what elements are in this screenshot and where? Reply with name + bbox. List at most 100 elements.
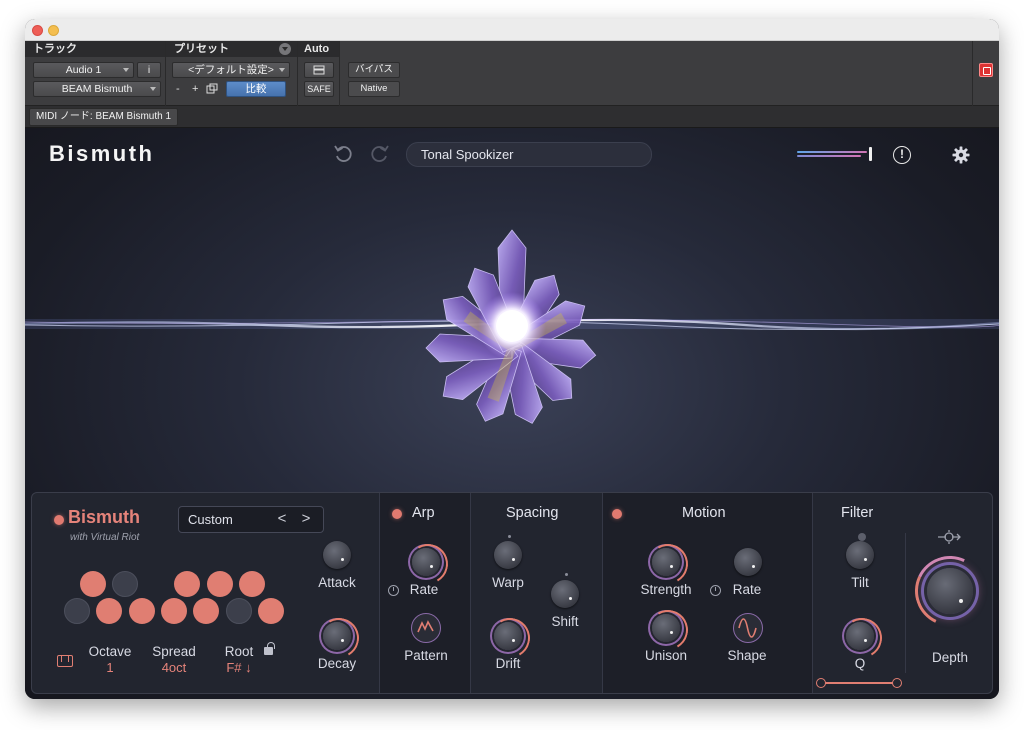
drift-label: Drift	[495, 656, 521, 671]
note-dot[interactable]	[128, 598, 155, 624]
preset-section: プリセット <デフォルト設定> - + 比較	[166, 41, 298, 106]
native-button[interactable]: Native	[348, 81, 400, 97]
host-right-section	[972, 41, 999, 106]
note-dot[interactable]	[257, 598, 284, 624]
preset-minus-button[interactable]: -	[176, 83, 180, 95]
scale-prev-button[interactable]: <	[275, 507, 289, 532]
arp-power-button[interactable]	[392, 509, 402, 519]
arp-rate-knob[interactable]	[412, 548, 440, 576]
lock-icon[interactable]	[264, 642, 275, 655]
drift-knob[interactable]	[494, 622, 522, 650]
unison-knob[interactable]	[652, 614, 680, 642]
q-knob[interactable]	[846, 622, 874, 650]
output-meter[interactable]	[797, 147, 887, 161]
bismuth-power-button[interactable]	[54, 515, 64, 525]
plugin-window: トラック Audio 1 i BEAM Bismuth プリセット <デフォルト…	[25, 19, 999, 699]
strength-label: Strength	[640, 582, 692, 597]
midi-node-tab[interactable]: MIDI ノード: BEAM Bismuth 1	[29, 108, 179, 126]
root-label: Root	[224, 644, 254, 659]
crystal-visual	[425, 229, 597, 424]
motion-section	[602, 493, 812, 693]
preset-name-field[interactable]: Tonal Spookizer	[406, 142, 652, 167]
motion-power-button[interactable]	[612, 509, 622, 519]
note-dot[interactable]	[239, 571, 265, 597]
plugin-selector[interactable]: BEAM Bismuth	[33, 81, 161, 97]
note-dot[interactable]	[174, 571, 200, 597]
depth-target-icon[interactable]	[937, 529, 961, 545]
note-dot[interactable]	[64, 598, 90, 624]
motion-rate-knob[interactable]	[734, 548, 762, 576]
tilt-label: Tilt	[851, 575, 869, 590]
undo-icon[interactable]	[332, 142, 354, 164]
octave-value[interactable]: 1	[87, 660, 133, 675]
shift-label: Shift	[551, 614, 579, 629]
spread-value[interactable]: 4oct	[148, 660, 200, 675]
track-section: トラック Audio 1 i BEAM Bismuth	[25, 41, 166, 106]
bismuth-logo: Bismuth	[49, 141, 155, 166]
spread-label: Spread	[152, 644, 196, 659]
note-dot[interactable]	[160, 598, 187, 624]
shift-knob[interactable]	[551, 580, 579, 608]
root-value[interactable]: F# ↓	[216, 660, 262, 675]
divider	[602, 493, 603, 693]
note-dot[interactable]	[207, 571, 233, 597]
keyboard-icon[interactable]	[57, 655, 73, 667]
octave-label: Octave	[88, 644, 132, 659]
clock-icon[interactable]	[388, 585, 399, 596]
scale-selector[interactable]: Custom < >	[178, 506, 324, 533]
track-selector[interactable]: Audio 1	[33, 62, 134, 78]
settings-gear-icon[interactable]	[951, 145, 971, 165]
divider	[470, 493, 471, 693]
minimize-window-button[interactable]	[48, 25, 59, 36]
note-dot[interactable]	[96, 598, 123, 624]
bismuth-section-title: Bismuth	[68, 507, 140, 527]
note-dot[interactable]	[80, 571, 106, 597]
tilt-knob[interactable]	[846, 541, 874, 569]
preset-plus-button[interactable]: +	[192, 83, 198, 95]
control-panel: Bismuth with Virtual Riot Custom < > Oct…	[31, 492, 993, 694]
plugin-ui: Bismuth Tonal Spookizer ! Bismuth with V…	[25, 128, 999, 699]
divider	[905, 533, 906, 673]
attack-label: Attack	[318, 575, 356, 590]
arp-pattern-button[interactable]	[411, 613, 441, 643]
redo-icon[interactable]	[369, 142, 391, 164]
warp-indicator-dot	[508, 535, 511, 538]
shape-label: Shape	[727, 648, 767, 663]
automation-button[interactable]	[304, 62, 334, 78]
filter-range-slider[interactable]	[816, 678, 902, 688]
note-dot[interactable]	[112, 571, 138, 597]
automation-icon	[313, 65, 325, 75]
copy-icon[interactable]	[206, 83, 218, 95]
warp-label: Warp	[492, 575, 524, 590]
strength-knob[interactable]	[652, 548, 680, 576]
warning-icon[interactable]: !	[893, 146, 911, 164]
auto-section: Auto SAFE	[298, 41, 340, 106]
warp-knob[interactable]	[494, 541, 522, 569]
decay-knob[interactable]	[323, 622, 351, 650]
bypass-button[interactable]: バイパス	[348, 62, 400, 78]
preset-selector[interactable]: <デフォルト設定>	[172, 62, 290, 78]
spacing-title: Spacing	[506, 505, 559, 521]
unison-label: Unison	[644, 648, 688, 663]
preset-menu-button[interactable]	[279, 43, 291, 55]
bismuth-subtitle: with Virtual Riot	[70, 532, 140, 543]
note-dot[interactable]	[225, 598, 252, 624]
scale-next-button[interactable]: >	[299, 507, 313, 532]
track-info-button[interactable]: i	[137, 62, 161, 78]
arp-pattern-label: Pattern	[404, 648, 448, 663]
depth-knob[interactable]	[927, 568, 973, 614]
host-header: トラック Audio 1 i BEAM Bismuth プリセット <デフォルト…	[25, 41, 999, 106]
safe-button[interactable]: SAFE	[304, 81, 334, 97]
attack-knob[interactable]	[323, 541, 351, 569]
motion-shape-button[interactable]	[733, 613, 763, 643]
compare-button[interactable]: 比較	[226, 81, 286, 97]
close-window-button[interactable]	[32, 25, 43, 36]
arp-title: Arp	[412, 505, 435, 521]
output-level-handle[interactable]	[869, 147, 872, 161]
plugin-window-toggle-icon[interactable]	[979, 63, 993, 77]
decay-label: Decay	[317, 656, 357, 671]
tilt-indicator-dot	[858, 533, 866, 541]
clock-icon[interactable]	[710, 585, 721, 596]
motion-rate-label: Rate	[732, 582, 762, 597]
note-dot[interactable]	[193, 598, 220, 624]
